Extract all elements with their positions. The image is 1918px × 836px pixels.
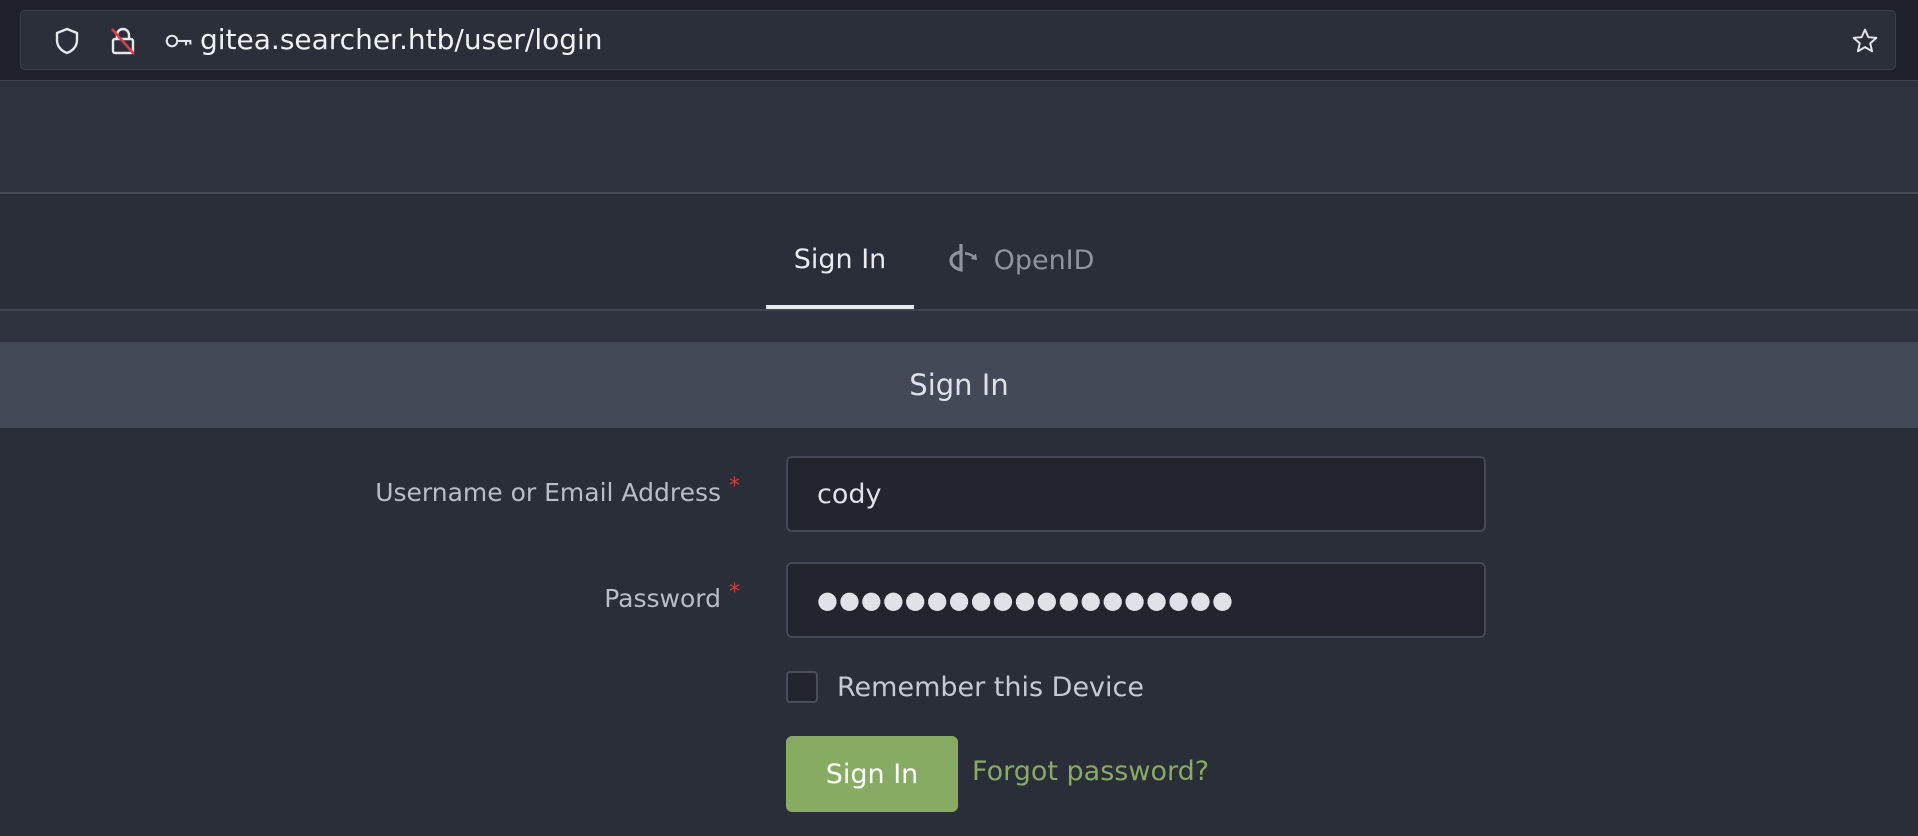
shield-icon[interactable] [53,27,81,55]
key-icon[interactable] [165,27,193,55]
username-input[interactable] [786,456,1486,532]
required-marker: * [729,580,740,605]
required-marker: * [729,474,740,499]
tab-sign-in[interactable]: Sign In [766,194,914,309]
password-label: Password * [604,580,740,613]
password-label-text: Password [604,584,721,613]
card-title: Sign In [0,342,1918,428]
tab-openid[interactable]: OpenID [940,194,1100,309]
remember-checkbox[interactable] [786,671,818,703]
remember-device[interactable]: Remember this Device [786,671,1144,703]
browser-toolbar: gitea.searcher.htb/user/login [0,0,1918,81]
tab-label: OpenID [993,245,1095,276]
sign-in-button[interactable]: Sign In [786,736,958,812]
password-input[interactable] [786,562,1486,638]
address-bar[interactable]: gitea.searcher.htb/user/login [20,10,1896,70]
lock-insecure-icon[interactable] [109,27,137,55]
url-text[interactable]: gitea.searcher.htb/user/login [200,23,603,57]
openid-icon [946,240,980,281]
remember-label: Remember this Device [837,671,1144,703]
tab-label: Sign In [793,244,887,275]
username-label-text: Username or Email Address [375,478,721,507]
auth-tabs: Sign In OpenID [0,194,1918,311]
username-label: Username or Email Address * [375,474,740,507]
forgot-password-link[interactable]: Forgot password? [972,756,1209,787]
page-header [0,81,1918,194]
star-icon[interactable] [1851,27,1879,55]
